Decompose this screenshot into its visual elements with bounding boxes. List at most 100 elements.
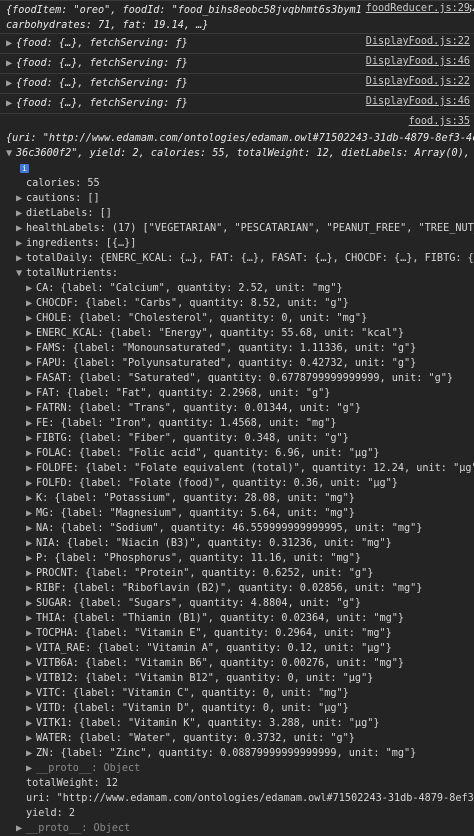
expand-triangle-icon[interactable]: ▶ [26,581,36,596]
nutrient-entry[interactable]: ▶ WATER: {label: "Water", quantity: 0.373… [26,731,470,746]
expand-triangle-icon[interactable]: ▶ [26,656,36,671]
nutrient-entry[interactable]: ▶ FOLDFE: {label: "Folate equivalent (tot… [26,461,474,476]
console-log-item[interactable]: DisplayFood.js:22 ▶ {food: {…}, fetchServi… [0,73,474,93]
expand-triangle-icon[interactable]: ▶ [16,221,26,236]
expand-triangle-icon[interactable]: ▶ [16,251,26,266]
source-link[interactable]: foodReducer.js:29 [361,1,470,16]
object-property[interactable]: ▼ totalNutrients: [16,266,470,281]
object-preview-line[interactable]: ▼ 36c3600f2", yield: 2, calories: 55, tot… [6,146,474,161]
expand-triangle-icon[interactable]: ▶ [26,341,36,356]
nutrient-entry[interactable]: ▶ ZN: {label: "Zinc", quantity: 0.0887999… [26,746,470,761]
expanded-triangle-icon[interactable]: ▼ [6,146,16,161]
expand-triangle-icon[interactable]: ▶ [26,416,36,431]
nutrient-entry[interactable]: ▶ FIBTG: {label: "Fiber", quantity: 0.348… [26,431,470,446]
expand-triangle-icon[interactable]: ▶ [26,701,36,716]
expand-triangle-icon[interactable]: ▶ [26,536,36,551]
nutrient-entry[interactable]: ▶ FOLAC: {label: "Folic acid", quantity: … [26,446,470,461]
nutrient-entry[interactable]: ▶ VITB12: {label: "Vitamin B12", quantity… [26,671,470,686]
expanded-triangle-icon[interactable]: ▼ [16,266,26,281]
expand-triangle-icon[interactable]: ▶ [6,56,16,71]
nutrient-entry[interactable]: ▶ NIA: {label: "Niacin (B3)", quantity: 0… [26,536,470,551]
nutrient-entry[interactable]: ▶ THIA: {label: "Thiamin (B1)", quantity:… [26,611,470,626]
console-log-item[interactable]: DisplayFood.js:46 ▶ {food: {…}, fetchServi… [0,53,474,73]
expand-triangle-icon[interactable]: ▶ [26,746,36,761]
nutrient-entry[interactable]: ▶ FAPU: {label: "Polyunsaturated", quanti… [26,356,470,371]
nutrient-entry[interactable]: ▶ FE: {label: "Iron", quantity: 1.4568, u… [26,416,470,431]
object-property[interactable]: ▶ cautions: [] [16,191,470,206]
object-property[interactable]: ▶ dietLabels: [] [16,206,470,221]
expand-triangle-icon[interactable]: ▶ [26,731,36,746]
expand-triangle-icon[interactable]: ▶ [26,386,36,401]
nutrient-entry[interactable]: ▶ VITK1: {label: "Vitamin K", quantity: 3… [26,716,470,731]
expand-triangle-icon[interactable]: ▶ [16,206,26,221]
expand-triangle-icon[interactable]: ▶ [26,356,36,371]
expand-triangle-icon[interactable]: ▶ [26,446,36,461]
nutrient-entry[interactable]: ▶ CA: {label: "Calcium", quantity: 2.52, … [26,281,470,296]
expand-triangle-icon[interactable]: ▶ [26,326,36,341]
nutrient-entry[interactable]: ▶ RIBF: {label: "Riboflavin (B2)", quanti… [26,581,470,596]
object-property[interactable]: ▶ totalDaily: {ENERC_KCAL: {…}, FAT: {…},… [16,251,474,266]
info-icon[interactable]: i [20,163,29,173]
console-log-fooditem[interactable]: foodReducer.js:29 {foodItem: "oreo", foo… [0,0,474,33]
expand-triangle-icon[interactable]: ▶ [16,821,26,836]
nutrient-entry[interactable]: ▶ CHOCDF: {label: "Carbs", quantity: 8.52… [26,296,470,311]
nutrient-entry[interactable]: ▶ CHOLE: {label: "Cholesterol", quantity:… [26,311,470,326]
source-link[interactable]: DisplayFood.js:46 [361,54,470,69]
expand-triangle-icon[interactable]: ▶ [26,371,36,386]
nutrient-entry[interactable]: ▶ FAT: {label: "Fat", quantity: 2.2968, u… [26,386,470,401]
nutrient-entry[interactable]: ▶ NA: {label: "Sodium", quantity: 46.5599… [26,521,470,536]
nutrient-entry[interactable]: ▶ TOCPHA: {label: "Vitamin E", quantity: … [26,626,470,641]
expand-triangle-icon[interactable]: ▶ [16,191,26,206]
proto-inner[interactable]: ▶ __proto__: Object [6,761,470,776]
expand-triangle-icon[interactable]: ▶ [26,596,36,611]
expand-triangle-icon[interactable]: ▶ [26,491,36,506]
expand-triangle-icon[interactable]: ▶ [26,686,36,701]
nutrient-entry[interactable]: ▶ P: {label: "Phosphorus", quantity: 11.1… [26,551,470,566]
expand-triangle-icon[interactable]: ▶ [26,296,36,311]
object-property[interactable]: ▶ ingredients: [{…}] [16,236,470,251]
nutrient-entry[interactable]: ▶ K: {label: "Potassium", quantity: 28.08… [26,491,470,506]
object-preview-line[interactable]: {uri: "http://www.edamam.com/ontologies/… [6,131,474,146]
expand-triangle-icon[interactable]: ▶ [26,476,36,491]
nutrient-entry[interactable]: ▶ VITB6A: {label: "Vitamin B6", quantity:… [26,656,470,671]
expand-triangle-icon[interactable]: ▶ [26,716,36,731]
source-link[interactable]: food.js:35 [404,114,470,129]
nutrient-entry[interactable]: ▶ FOLFD: {label: "Folate (food)", quantit… [26,476,470,491]
object-property[interactable]: ▶ healthLabels: (17) ["VEGETARIAN", "PESC… [16,221,474,236]
expand-triangle-icon[interactable]: ▶ [26,311,36,326]
expand-triangle-icon[interactable]: ▶ [6,76,16,91]
source-link[interactable]: DisplayFood.js:22 [361,74,470,89]
console-log-item[interactable]: DisplayFood.js:22 ▶ {food: {…}, fetchServi… [0,33,474,53]
nutrient-entry[interactable]: ▶ VITA_RAE: {label: "Vitamin A", quantity… [26,641,470,656]
expand-triangle-icon[interactable]: ▶ [26,611,36,626]
nutrient-entry[interactable]: ▶ PROCNT: {label: "Protein", quantity: 0.… [26,566,470,581]
expand-triangle-icon[interactable]: ▶ [6,96,16,111]
console-log-food-object[interactable]: food.js:35 {uri: "http://www.edamam.com/… [0,113,474,836]
nutrient-entry[interactable]: ▶ ENERC_KCAL: {label: "Energy", quantity:… [26,326,470,341]
source-link[interactable]: DisplayFood.js:22 [361,34,470,49]
expand-triangle-icon[interactable]: ▶ [26,431,36,446]
expand-triangle-icon[interactable]: ▶ [26,566,36,581]
expand-triangle-icon[interactable]: ▶ [26,641,36,656]
expand-triangle-icon[interactable]: ▶ [16,236,26,251]
expand-triangle-icon[interactable]: ▶ [26,506,36,521]
proto-outer[interactable]: ▶ __proto__: Object [6,821,470,836]
expand-triangle-icon[interactable]: ▶ [26,281,36,296]
expand-triangle-icon[interactable]: ▶ [26,401,36,416]
nutrient-entry[interactable]: ▶ FAMS: {label: "Monounsaturated", quanti… [26,341,470,356]
console-log-item[interactable]: DisplayFood.js:46 ▶ {food: {…}, fetchServi… [0,93,474,113]
expand-triangle-icon[interactable]: ▶ [26,461,36,476]
expand-triangle-icon[interactable]: ▶ [26,521,36,536]
nutrient-entry[interactable]: ▶ MG: {label: "Magnesium", quantity: 5.64… [26,506,470,521]
nutrient-entry[interactable]: ▶ FASAT: {label: "Saturated", quantity: 0… [26,371,470,386]
source-link[interactable]: DisplayFood.js:46 [361,94,470,109]
expand-triangle-icon[interactable]: ▶ [6,36,16,51]
expand-triangle-icon[interactable]: ▶ [26,626,36,641]
expand-triangle-icon[interactable]: ▶ [26,551,36,566]
nutrient-entry[interactable]: ▶ SUGAR: {label: "Sugars", quantity: 4.88… [26,596,470,611]
expand-triangle-icon[interactable]: ▶ [26,671,36,686]
nutrient-entry[interactable]: ▶ VITC: {label: "Vitamin C", quantity: 0,… [26,686,470,701]
nutrient-entry[interactable]: ▶ FATRN: {label: "Trans", quantity: 0.013… [26,401,470,416]
nutrient-entry[interactable]: ▶ VITD: {label: "Vitamin D", quantity: 0,… [26,701,470,716]
expand-triangle-icon[interactable]: ▶ [26,761,36,776]
